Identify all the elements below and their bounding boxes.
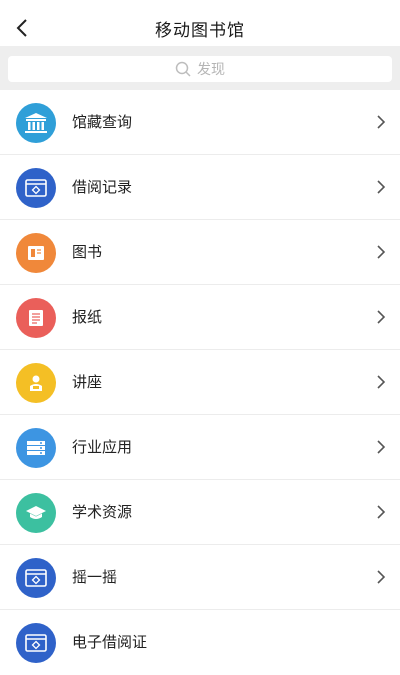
search-area: 发现 <box>0 46 400 90</box>
menu-item-newspapers[interactable]: 报纸 <box>0 285 400 350</box>
browser-window-icon <box>16 168 56 208</box>
menu-item-label: 摇一摇 <box>72 568 118 586</box>
industry-app-icon <box>16 428 56 468</box>
menu-item-label: 借阅记录 <box>72 178 133 196</box>
menu-item-academic-resources[interactable]: 学术资源 <box>0 480 400 545</box>
search-placeholder: 发现 <box>197 62 225 78</box>
menu-item-label: 讲座 <box>72 373 103 391</box>
menu-item-label: 馆藏查询 <box>72 113 133 131</box>
menu-item-e-library-card[interactable]: 电子借阅证 <box>0 610 400 675</box>
menu-item-label: 电子借阅证 <box>72 633 148 651</box>
chevron-right-icon <box>377 440 386 454</box>
menu-item-label: 学术资源 <box>72 503 133 521</box>
menu-item-label: 图书 <box>72 243 103 261</box>
menu-list: 馆藏查询 借阅记录 图书 报纸 讲座 行业应用 学术资源 摇一摇 电子借阅证 <box>0 90 400 675</box>
browser-window-icon <box>16 623 56 663</box>
menu-item-label: 报纸 <box>72 308 103 326</box>
menu-item-lectures[interactable]: 讲座 <box>0 350 400 415</box>
library-building-icon <box>16 103 56 143</box>
menu-item-books[interactable]: 图书 <box>0 220 400 285</box>
search-input[interactable]: 发现 <box>8 56 392 82</box>
menu-item-borrow-records[interactable]: 借阅记录 <box>0 155 400 220</box>
chevron-right-icon <box>377 310 386 324</box>
graduation-cap-icon <box>16 493 56 533</box>
newspaper-icon <box>16 298 56 338</box>
chevron-right-icon <box>377 505 386 519</box>
book-icon <box>16 233 56 273</box>
chevron-right-icon <box>377 570 386 584</box>
menu-item-industry-apps[interactable]: 行业应用 <box>0 415 400 480</box>
chevron-right-icon <box>377 115 386 129</box>
chevron-right-icon <box>377 375 386 389</box>
menu-item-collection-search[interactable]: 馆藏查询 <box>0 90 400 155</box>
chevron-right-icon <box>377 245 386 259</box>
lecture-icon <box>16 363 56 403</box>
menu-item-label: 行业应用 <box>72 438 133 456</box>
search-icon <box>175 61 191 77</box>
chevron-right-icon <box>377 180 386 194</box>
browser-window-icon <box>16 558 56 598</box>
menu-item-shake[interactable]: 摇一摇 <box>0 545 400 610</box>
